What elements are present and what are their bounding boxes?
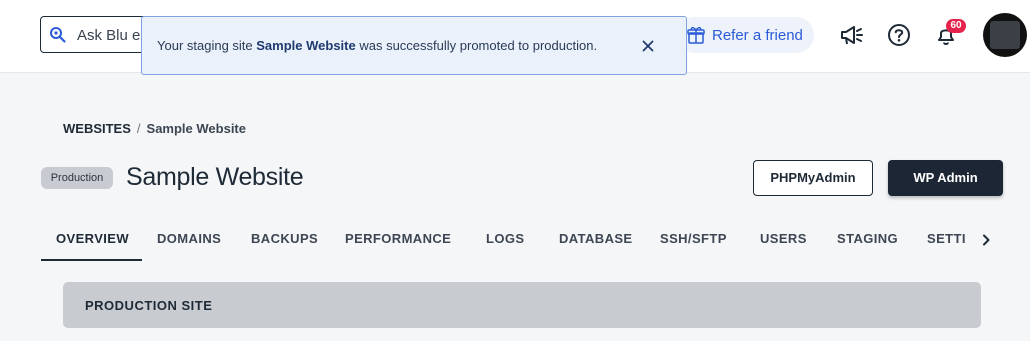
tab-ssh-sftp[interactable]: SSH/SFTP [660,231,727,246]
tab-domains[interactable]: DOMAINS [157,231,221,246]
section-title: PRODUCTION SITE [85,298,213,313]
site-tabs: OVERVIEW DOMAINS BACKUPS PERFORMANCE LOG… [41,221,1001,261]
page-title: Sample Website [126,163,304,191]
gift-icon [687,27,705,44]
production-site-section: PRODUCTION SITE [63,282,981,328]
wp-admin-button[interactable]: WP Admin [888,160,1003,196]
close-icon[interactable] [640,38,656,54]
active-tab-indicator [41,259,142,261]
phpmyadmin-button[interactable]: PHPMyAdmin [753,160,873,196]
toast-site-name: Sample Website [256,38,356,53]
tab-logs[interactable]: LOGS [486,231,524,246]
refer-label: Refer a friend [712,27,803,44]
chevron-right-icon[interactable] [979,233,993,247]
success-toast: Your staging site Sample Website was suc… [141,16,687,75]
toast-prefix: Your staging site [157,38,257,53]
tab-overview[interactable]: OVERVIEW [56,231,129,246]
tabs-scroll-area: OVERVIEW DOMAINS BACKUPS PERFORMANCE LOG… [41,221,977,261]
tab-backups[interactable]: BACKUPS [251,231,318,246]
search-placeholder: Ask Blu e [77,27,141,44]
avatar[interactable] [983,13,1027,57]
refer-a-friend-button[interactable]: Refer a friend [676,17,814,53]
megaphone-icon[interactable] [838,22,864,48]
breadcrumb-current: Sample Website [146,121,246,136]
environment-badge: Production [41,167,113,189]
avatar-image [990,21,1020,49]
tab-staging[interactable]: STAGING [837,231,898,246]
notification-badge: 60 [946,19,966,33]
search-icon [50,27,66,43]
breadcrumb-separator: / [136,121,141,136]
tab-database[interactable]: DATABASE [559,231,633,246]
toast-message: Your staging site Sample Website was suc… [157,38,597,53]
toast-suffix: was successfully promoted to production. [355,38,598,53]
tab-settings[interactable]: SETTI [927,231,966,246]
tab-users[interactable]: USERS [760,231,807,246]
tab-performance[interactable]: PERFORMANCE [345,231,451,246]
breadcrumb: WEBSITES / Sample Website [63,121,246,136]
help-icon[interactable] [886,22,912,48]
breadcrumb-websites-link[interactable]: WEBSITES [63,121,131,136]
